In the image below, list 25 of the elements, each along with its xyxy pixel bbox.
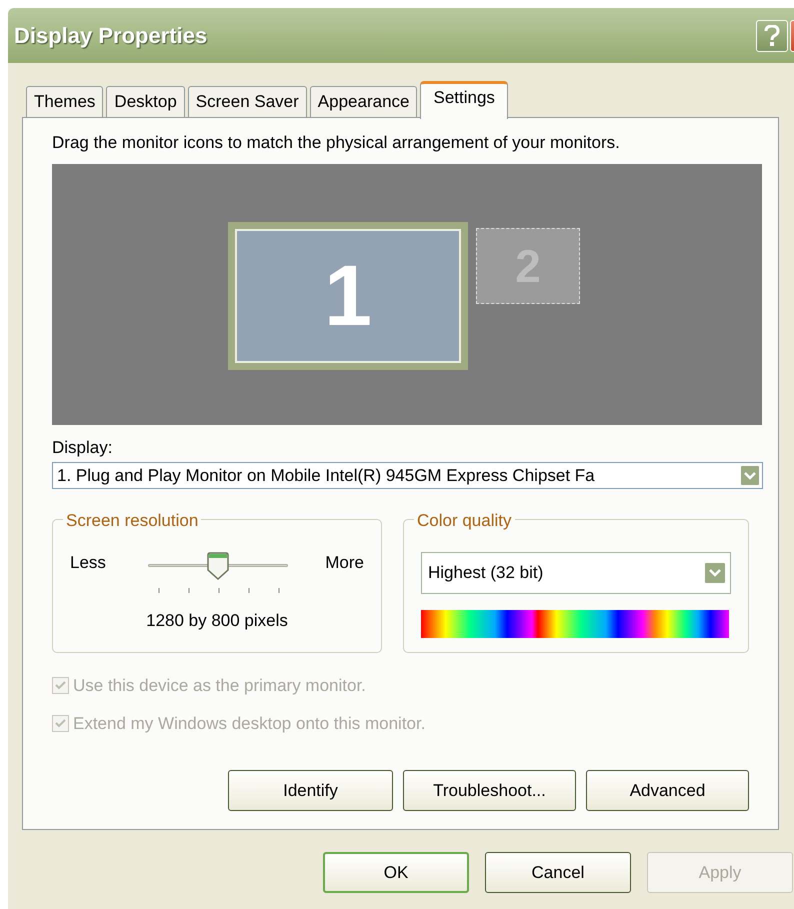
dialog-button[interactable]: OK — [323, 852, 469, 893]
display-label: Display: — [52, 436, 114, 458]
checkbox-label: Extend my Windows desktop onto this monitor. — [73, 712, 426, 734]
more-label: More — [325, 552, 364, 574]
instruction-text: Drag the monitor icons to match the physical arrangement of your monitors. — [52, 132, 621, 154]
dialog-button[interactable]: Troubleshoot... — [403, 770, 576, 811]
less-label: Less — [70, 552, 107, 574]
resolution-reading: 1280 by 800 pixels — [145, 610, 289, 632]
tab[interactable]: Screen Saver — [188, 86, 307, 118]
window-title: Display Properties — [14, 22, 208, 50]
dialog-button[interactable]: Identify — [228, 770, 393, 811]
display-dropdown[interactable]: 1. Plug and Play Monitor on Mobile Intel(R) 945GM Express Chipset Fa — [52, 462, 763, 489]
dialog-button[interactable]: Cancel — [485, 852, 631, 893]
help-icon[interactable] — [756, 20, 788, 52]
checkmark-icon — [55, 718, 66, 728]
tab[interactable]: Appearance — [310, 86, 418, 118]
slider-thumb[interactable] — [207, 552, 229, 580]
checkbox-label: Use this device as the primary monitor. — [73, 675, 366, 697]
dialog-button[interactable]: Advanced — [586, 770, 749, 811]
checkmark-icon — [55, 681, 66, 690]
tab[interactable]: Themes — [26, 86, 104, 118]
color-quality-dropdown[interactable]: Highest (32 bit) — [421, 552, 731, 594]
resolution-slider[interactable] — [148, 550, 288, 594]
tab[interactable]: Settings — [420, 81, 508, 119]
tab[interactable]: Desktop — [106, 86, 185, 118]
